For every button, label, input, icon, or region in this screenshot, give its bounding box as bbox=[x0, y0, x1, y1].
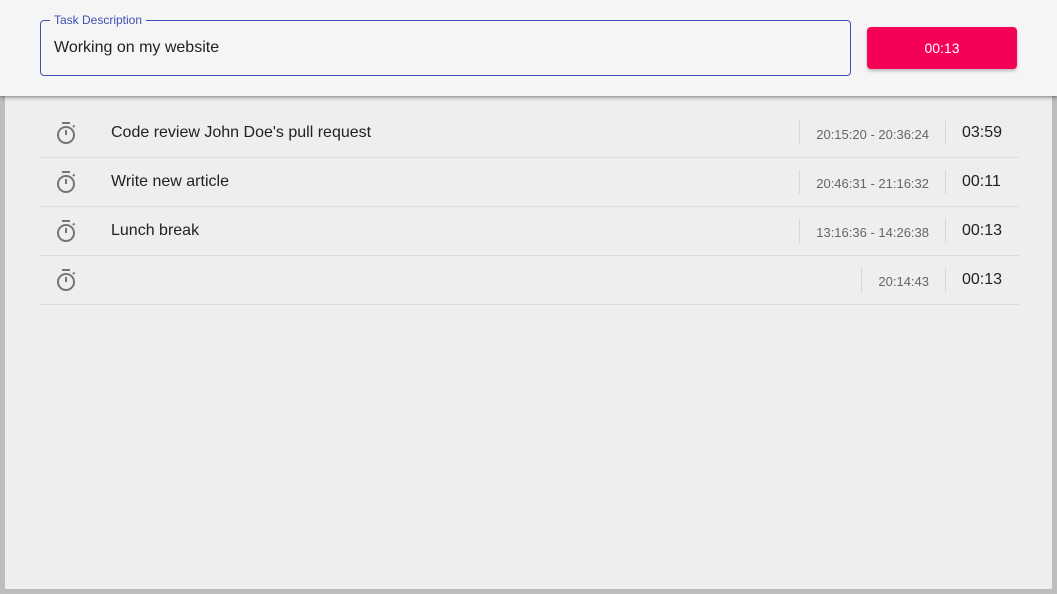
task-description-field[interactable]: Task Description bbox=[40, 13, 851, 76]
time-entry-row[interactable]: Write new article 20:46:31 - 21:16:32 00… bbox=[39, 158, 1019, 207]
entry-time-range: 20:46:31 - 21:16:32 bbox=[816, 175, 929, 191]
time-entry-row[interactable]: Lunch break 13:16:36 - 14:26:38 00:13 bbox=[39, 207, 1019, 256]
time-entry-row[interactable]: 20:14:43 00:13 bbox=[39, 256, 1019, 305]
entry-meta: 20:14:43 00:13 bbox=[861, 256, 1019, 304]
entry-time-range: 20:14:43 bbox=[878, 273, 929, 289]
entry-meta: 13:16:36 - 14:26:38 00:13 bbox=[799, 207, 1019, 255]
entry-description: Lunch break bbox=[111, 222, 200, 239]
top-bar: Task Description 00:13 bbox=[0, 0, 1057, 96]
entry-duration: 03:59 bbox=[962, 124, 1003, 141]
entry-time-range: 13:16:36 - 14:26:38 bbox=[816, 224, 929, 240]
entry-duration: 00:13 bbox=[962, 222, 1003, 239]
timer-button[interactable]: 00:13 bbox=[867, 27, 1017, 69]
entry-meta: 20:15:20 - 20:36:24 03:59 bbox=[799, 109, 1019, 157]
entry-description: Code review John Doe's pull request bbox=[111, 124, 372, 141]
stopwatch-icon bbox=[57, 220, 76, 242]
entry-duration: 00:13 bbox=[962, 271, 1003, 288]
time-entry-row[interactable]: Code review John Doe's pull request 20:1… bbox=[39, 109, 1019, 158]
entry-meta: 20:46:31 - 21:16:32 00:11 bbox=[799, 158, 1019, 206]
time-entry-list: Code review John Doe's pull request 20:1… bbox=[39, 109, 1019, 305]
entry-description: Write new article bbox=[111, 173, 229, 190]
stopwatch-icon bbox=[57, 269, 76, 291]
entry-time-range: 20:15:20 - 20:36:24 bbox=[816, 126, 929, 142]
stopwatch-icon bbox=[57, 171, 76, 193]
task-description-input[interactable] bbox=[41, 21, 850, 75]
stopwatch-icon bbox=[57, 122, 76, 144]
entry-duration: 00:11 bbox=[962, 173, 1001, 190]
